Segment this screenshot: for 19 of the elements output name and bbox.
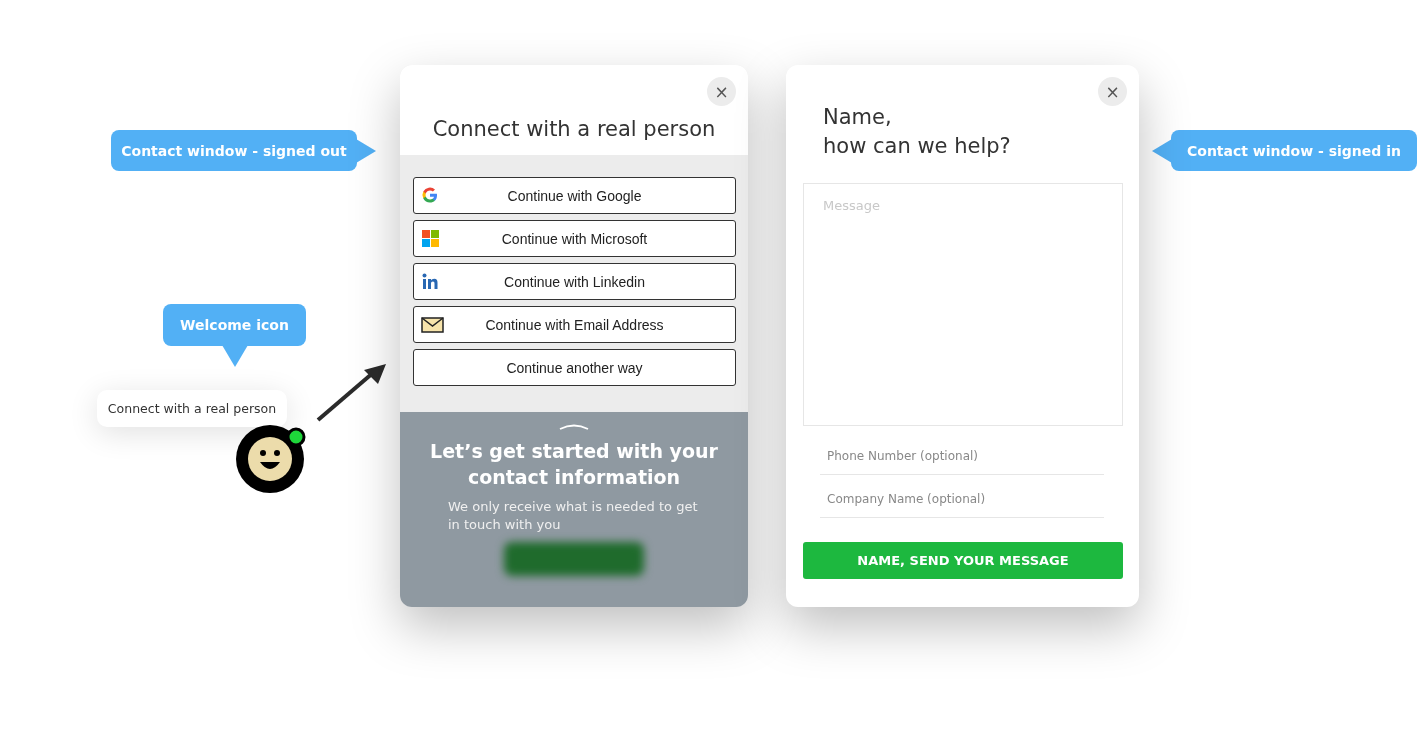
sign-in-button[interactable]: Continue with Microsoft bbox=[413, 220, 736, 257]
google-logo-icon bbox=[421, 186, 440, 205]
sign-in-button[interactable]: Continue with Google bbox=[413, 177, 736, 214]
window-title: Connect with a real person bbox=[432, 117, 716, 141]
in-logo-icon bbox=[421, 272, 440, 291]
welcome-bubble: Connect with a real person bbox=[97, 390, 287, 427]
chevron-up-icon bbox=[559, 422, 589, 430]
envelope-icon bbox=[421, 315, 444, 334]
window-title: Name, how can we help? bbox=[823, 104, 1012, 160]
callout-pointer bbox=[356, 139, 376, 163]
callout-pointer bbox=[222, 345, 248, 367]
sign-in-button[interactable]: Continue another way bbox=[413, 349, 736, 386]
panel-description: We only receive what is needed to get in touch with you bbox=[448, 498, 699, 534]
callout-pointer bbox=[1152, 139, 1172, 163]
sign-in-button[interactable]: Continue with Email Address bbox=[413, 306, 736, 343]
close-button[interactable]: × bbox=[1098, 77, 1127, 106]
four-squares-logo-icon bbox=[421, 229, 440, 248]
sign-in-button[interactable]: Continue with Linkedin bbox=[413, 263, 736, 300]
panel-heading: Let’s get started with your contact information bbox=[430, 439, 718, 490]
